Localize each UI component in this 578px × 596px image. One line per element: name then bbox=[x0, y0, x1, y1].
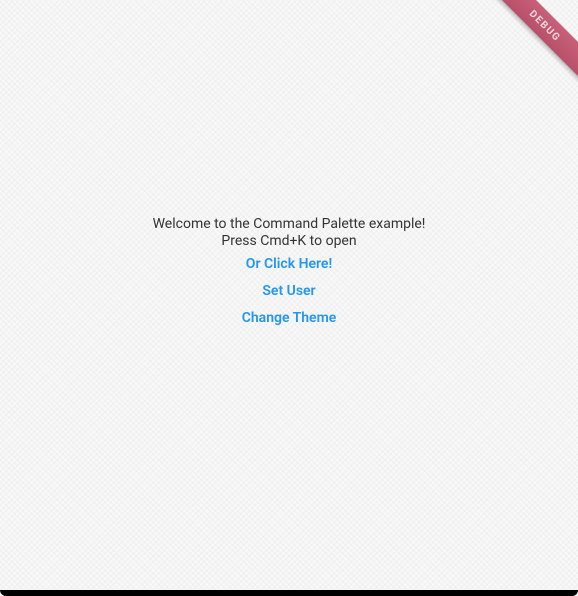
change-theme-button[interactable]: Change Theme bbox=[242, 310, 337, 326]
debug-banner: DEBUG bbox=[483, 0, 578, 95]
window-bottom-edge bbox=[0, 590, 578, 596]
click-here-button[interactable]: Or Click Here! bbox=[246, 256, 332, 272]
welcome-text-line2: Press Cmd+K to open bbox=[221, 233, 356, 250]
debug-ribbon: DEBUG bbox=[491, 0, 578, 80]
set-user-button[interactable]: Set User bbox=[262, 283, 315, 299]
welcome-text-line1: Welcome to the Command Palette example! bbox=[153, 216, 426, 233]
debug-label: DEBUG bbox=[527, 8, 563, 44]
main-content: Welcome to the Command Palette example! … bbox=[0, 216, 578, 326]
